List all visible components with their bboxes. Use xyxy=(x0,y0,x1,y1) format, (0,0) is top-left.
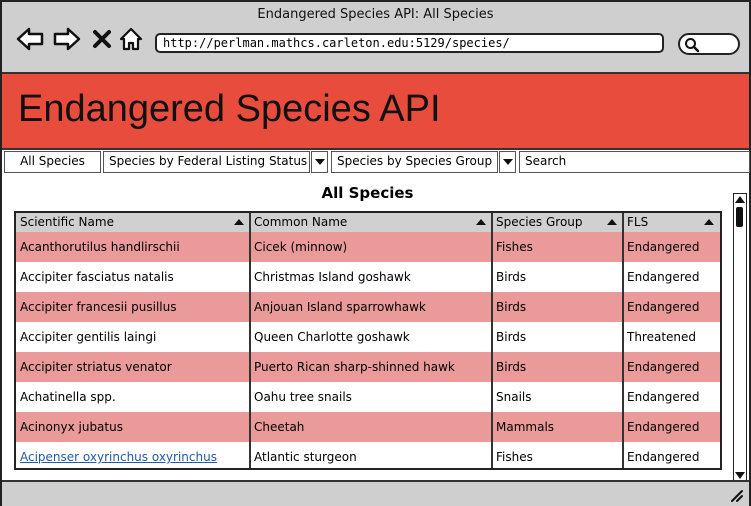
common-name-cell: Cicek (minnow) xyxy=(254,240,348,254)
scientific-name-cell[interactable]: Acipenser oxyrinchus oxyrinchus xyxy=(16,442,250,468)
fls-cell: Endangered xyxy=(627,360,700,374)
status-bar xyxy=(2,480,749,506)
common-name-cell: Cheetah xyxy=(254,420,305,434)
site-banner: Endangered Species API xyxy=(2,74,749,150)
column-divider xyxy=(491,213,493,468)
vertical-scrollbar[interactable] xyxy=(733,193,747,482)
scroll-down-arrow-icon[interactable] xyxy=(735,472,745,479)
main-content: All Species Scientific Name Common Name … xyxy=(4,177,731,479)
table-row[interactable]: Acipenser oxyrinchus oxyrinchus Atlantic … xyxy=(16,442,720,468)
search-input[interactable]: Search xyxy=(519,151,750,173)
search-icon xyxy=(685,38,700,53)
back-arrow-icon[interactable] xyxy=(16,26,44,52)
species-group-cell: Birds xyxy=(496,270,527,284)
column-header-common-name[interactable]: Common Name xyxy=(250,213,492,232)
species-table: Scientific Name Common Name Species Grou… xyxy=(14,211,722,470)
common-name-cell: Oahu tree snails xyxy=(254,390,352,404)
scientific-name-cell: Accipiter gentilis laingi xyxy=(20,330,157,344)
browser-window: Endangered Species API: All Species http… xyxy=(0,0,751,506)
species-group-cell: Fishes xyxy=(496,450,533,464)
scientific-name-cell: Accipiter fasciatus natalis xyxy=(20,270,174,284)
fls-cell: Endangered xyxy=(627,420,700,434)
sort-asc-icon[interactable] xyxy=(607,219,617,225)
column-divider xyxy=(622,213,624,468)
fls-cell: Endangered xyxy=(627,300,700,314)
sort-asc-icon[interactable] xyxy=(234,219,244,225)
resize-grip-icon[interactable] xyxy=(729,488,743,502)
scrollbar-thumb[interactable] xyxy=(736,207,743,227)
status-dropdown[interactable]: Species by Federal Listing Status xyxy=(103,151,310,173)
table-row[interactable]: Achatinella spp. Oahu tree snails Snails En… xyxy=(16,382,720,412)
species-group-cell: Fishes xyxy=(496,240,533,254)
close-x-icon[interactable] xyxy=(91,26,113,52)
group-dropdown-chevron-icon[interactable] xyxy=(499,151,516,173)
table-row[interactable]: Accipiter fasciatus natalis Christmas Isl… xyxy=(16,262,720,292)
table-title: All Species xyxy=(321,184,414,202)
table-row[interactable]: Acinonyx jubatus Cheetah Mammals Endangered xyxy=(16,412,720,442)
scroll-up-arrow-icon[interactable] xyxy=(735,196,745,203)
common-name-cell: Queen Charlotte goshawk xyxy=(254,330,410,344)
table-row[interactable]: Acanthorutilus handlirschii Cicek (minnow… xyxy=(16,232,720,262)
column-divider xyxy=(249,213,251,468)
fls-cell: Endangered xyxy=(627,450,700,464)
common-name-cell: Puerto Rican sharp-shinned hawk xyxy=(254,360,455,374)
all-species-button[interactable]: All Species xyxy=(4,151,101,173)
scientific-name-cell: Accipiter francesii pusillus xyxy=(20,300,177,314)
table-row[interactable]: Accipiter striatus venator Puerto Rican s… xyxy=(16,352,720,382)
scientific-name-cell: Acinonyx jubatus xyxy=(20,420,123,434)
column-header-species-group[interactable]: Species Group xyxy=(492,213,623,232)
site-title: Endangered Species API xyxy=(18,88,441,130)
species-group-cell: Mammals xyxy=(496,420,555,434)
common-name-cell: Anjouan Island sparrowhawk xyxy=(254,300,426,314)
table-row[interactable]: Accipiter francesii pusillus Anjouan Isla… xyxy=(16,292,720,322)
species-group-cell: Snails xyxy=(496,390,532,404)
scientific-name-cell: Achatinella spp. xyxy=(20,390,116,404)
window-title: Endangered Species API: All Species xyxy=(257,7,494,22)
column-header-fls[interactable]: FLS xyxy=(623,213,720,232)
sort-asc-icon[interactable] xyxy=(704,219,714,225)
forward-arrow-icon[interactable] xyxy=(53,26,81,52)
species-group-cell: Birds xyxy=(496,330,527,344)
common-name-cell: Christmas Island goshawk xyxy=(254,270,411,284)
fls-cell: Endangered xyxy=(627,240,700,254)
species-group-cell: Birds xyxy=(496,360,527,374)
scientific-name-cell: Acanthorutilus handlirschii xyxy=(20,240,180,254)
fls-cell: Endangered xyxy=(627,390,700,404)
nav-toolbar: All Species Species by Federal Listing S… xyxy=(2,150,750,174)
sort-asc-icon[interactable] xyxy=(476,219,486,225)
column-header-scientific-name[interactable]: Scientific Name xyxy=(16,213,250,232)
species-group-cell: Birds xyxy=(496,300,527,314)
browser-chrome: Endangered Species API: All Species http… xyxy=(2,2,749,74)
table-header: Scientific Name Common Name Species Grou… xyxy=(16,213,720,232)
group-dropdown[interactable]: Species by Species Group xyxy=(331,151,498,173)
fls-cell: Endangered xyxy=(627,270,700,284)
table-row[interactable]: Accipiter gentilis laingi Queen Charlotte… xyxy=(16,322,720,352)
scientific-name-cell: Accipiter striatus venator xyxy=(20,360,172,374)
common-name-cell: Atlantic sturgeon xyxy=(254,450,357,464)
address-bar[interactable]: http://perlman.mathcs.carleton.edu:5129/… xyxy=(155,33,664,53)
fls-cell: Threatened xyxy=(627,330,697,344)
browser-search-field[interactable] xyxy=(678,33,740,55)
status-dropdown-chevron-icon[interactable] xyxy=(311,151,328,173)
home-icon[interactable] xyxy=(118,26,144,52)
